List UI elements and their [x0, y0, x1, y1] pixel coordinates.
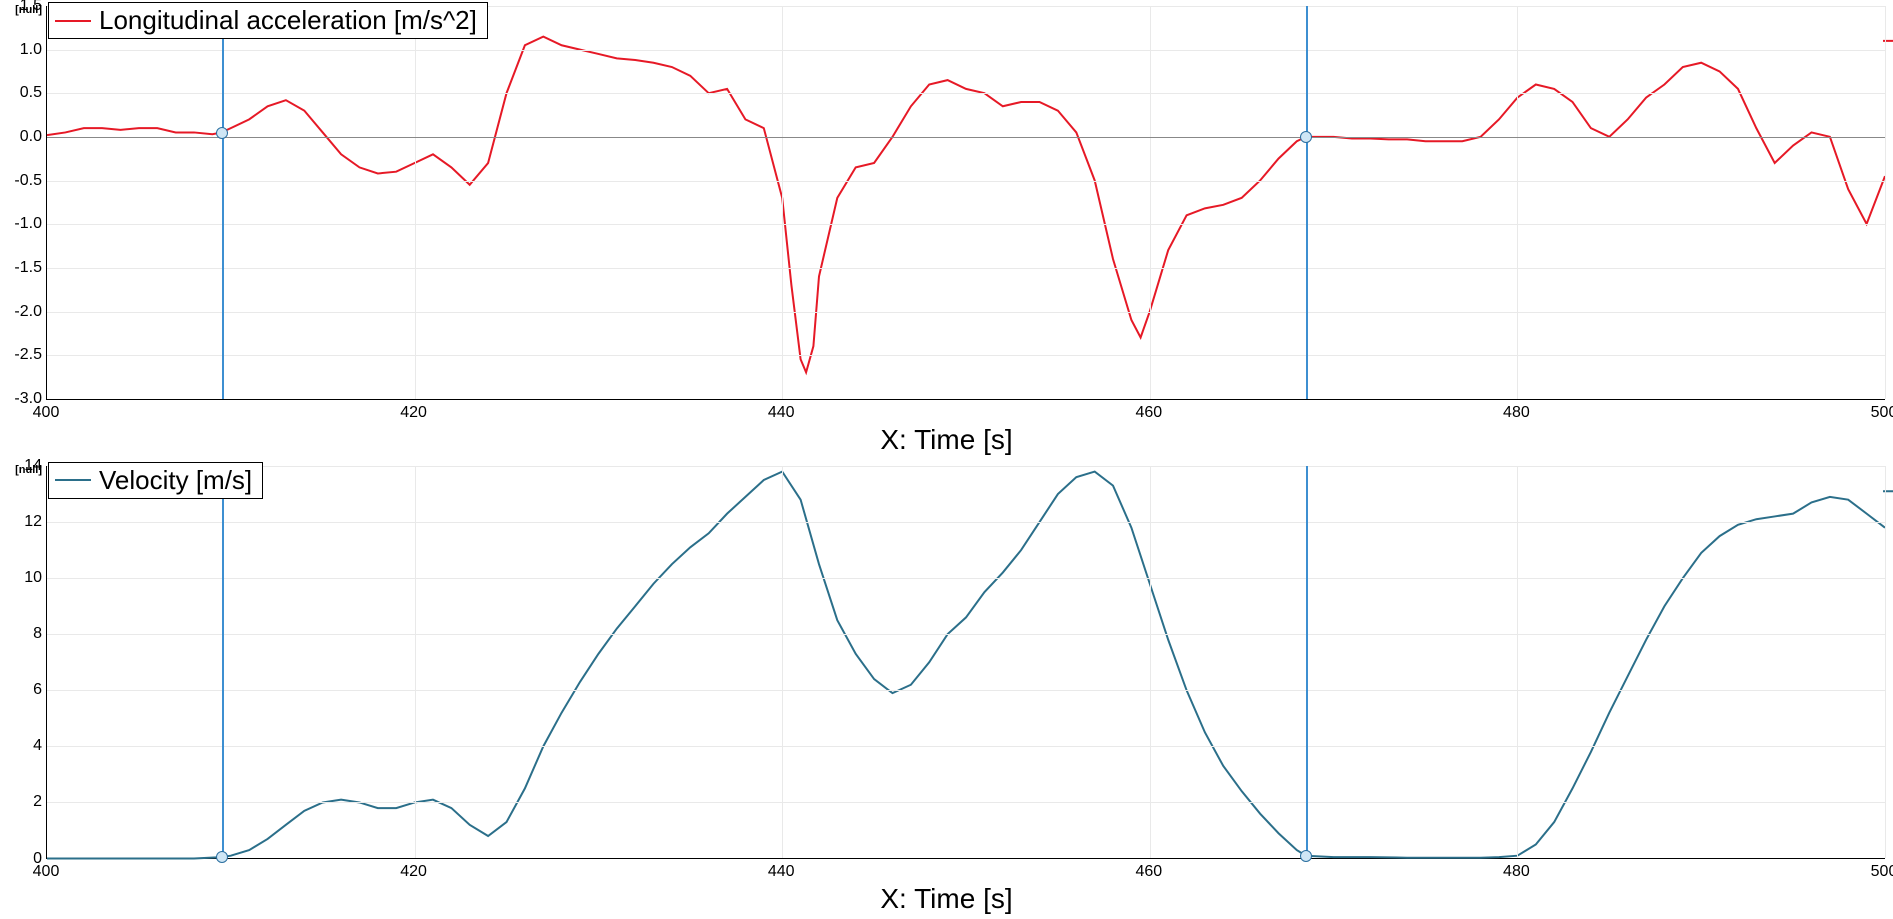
gridline-horizontal [47, 522, 1885, 523]
y-tick-label: -2.0 [0, 303, 42, 321]
cursor-marker[interactable] [1300, 850, 1312, 862]
gridline-vertical [1885, 466, 1886, 859]
x-tick-label: 400 [33, 863, 60, 881]
y-tick-label: 0.5 [0, 84, 42, 102]
gridline-horizontal [47, 50, 1885, 51]
cursor-line[interactable] [222, 6, 224, 399]
y-axis-unit: [null] [0, 4, 42, 16]
y-tick-label: -2.5 [0, 346, 42, 364]
plot-area[interactable] [46, 466, 1885, 860]
y-tick-label: 1.0 [0, 41, 42, 59]
gridline-vertical [1885, 6, 1886, 399]
gridline-horizontal [47, 355, 1885, 356]
x-tick-label: 420 [400, 863, 427, 881]
y-tick-label: 0.0 [0, 128, 42, 146]
chart-panel-acceleration[interactable]: Longitudinal acceleration [m/s^2] X: Tim… [0, 0, 1893, 460]
gridline-horizontal [47, 746, 1885, 747]
y-tick-label: -1.0 [0, 215, 42, 233]
x-axis-title: X: Time [s] [880, 424, 1012, 456]
legend-box: Longitudinal acceleration [m/s^2] [48, 2, 488, 39]
x-tick-label: 440 [768, 404, 795, 422]
gridline-horizontal [47, 312, 1885, 313]
cursor-line[interactable] [222, 466, 224, 859]
gridline-vertical [415, 6, 416, 399]
legend-box: Velocity [m/s] [48, 462, 263, 499]
y-tick-label: 2 [0, 793, 42, 811]
x-tick-label: 500 [1871, 863, 1893, 881]
y-tick-label: -0.5 [0, 172, 42, 190]
y-tick-label: 4 [0, 737, 42, 755]
gridline-horizontal [47, 578, 1885, 579]
gridline-horizontal [47, 224, 1885, 225]
cursor-marker[interactable] [216, 127, 228, 139]
y-tick-label: 12 [0, 513, 42, 531]
gridline-horizontal [47, 466, 1885, 467]
chart-panel-velocity[interactable]: Velocity [m/s] X: Time [s] 02468101214[n… [0, 460, 1893, 919]
gridline-horizontal [47, 181, 1885, 182]
gridline-vertical [415, 466, 416, 859]
cursor-line[interactable] [1306, 466, 1308, 859]
cursor-marker[interactable] [1300, 131, 1312, 143]
legend-label: Longitudinal acceleration [m/s^2] [99, 5, 477, 36]
y-tick-label: 6 [0, 681, 42, 699]
gridline-vertical [1150, 466, 1151, 859]
x-tick-label: 460 [1135, 404, 1162, 422]
y-tick-label: 10 [0, 569, 42, 587]
data-line [47, 37, 1885, 373]
x-tick-label: 480 [1503, 404, 1530, 422]
legend-swatch [55, 20, 91, 22]
gridline-horizontal [47, 634, 1885, 635]
x-tick-label: 420 [400, 404, 427, 422]
x-tick-label: 460 [1135, 863, 1162, 881]
y-tick-label: -1.5 [0, 259, 42, 277]
gridline-vertical [1517, 6, 1518, 399]
x-tick-label: 500 [1871, 404, 1893, 422]
gridline-horizontal [47, 93, 1885, 94]
x-tick-label: 440 [768, 863, 795, 881]
legend-swatch [55, 479, 91, 481]
zero-line [47, 137, 1885, 138]
cursor-marker[interactable] [216, 851, 228, 863]
gridline-vertical [782, 466, 783, 859]
data-line [47, 471, 1885, 858]
cursor-line[interactable] [1306, 6, 1308, 399]
plot-area[interactable] [46, 6, 1885, 400]
x-tick-label: 480 [1503, 863, 1530, 881]
y-tick-label: 8 [0, 625, 42, 643]
chart-stack: Longitudinal acceleration [m/s^2] X: Tim… [0, 0, 1893, 919]
gridline-horizontal [47, 802, 1885, 803]
gridline-vertical [1517, 466, 1518, 859]
legend-label: Velocity [m/s] [99, 465, 252, 496]
gridline-horizontal [47, 268, 1885, 269]
x-axis-title: X: Time [s] [880, 883, 1012, 915]
gridline-vertical [782, 6, 783, 399]
gridline-vertical [1150, 6, 1151, 399]
x-tick-label: 400 [33, 404, 60, 422]
y-axis-unit: [null] [0, 464, 42, 476]
gridline-horizontal [47, 690, 1885, 691]
